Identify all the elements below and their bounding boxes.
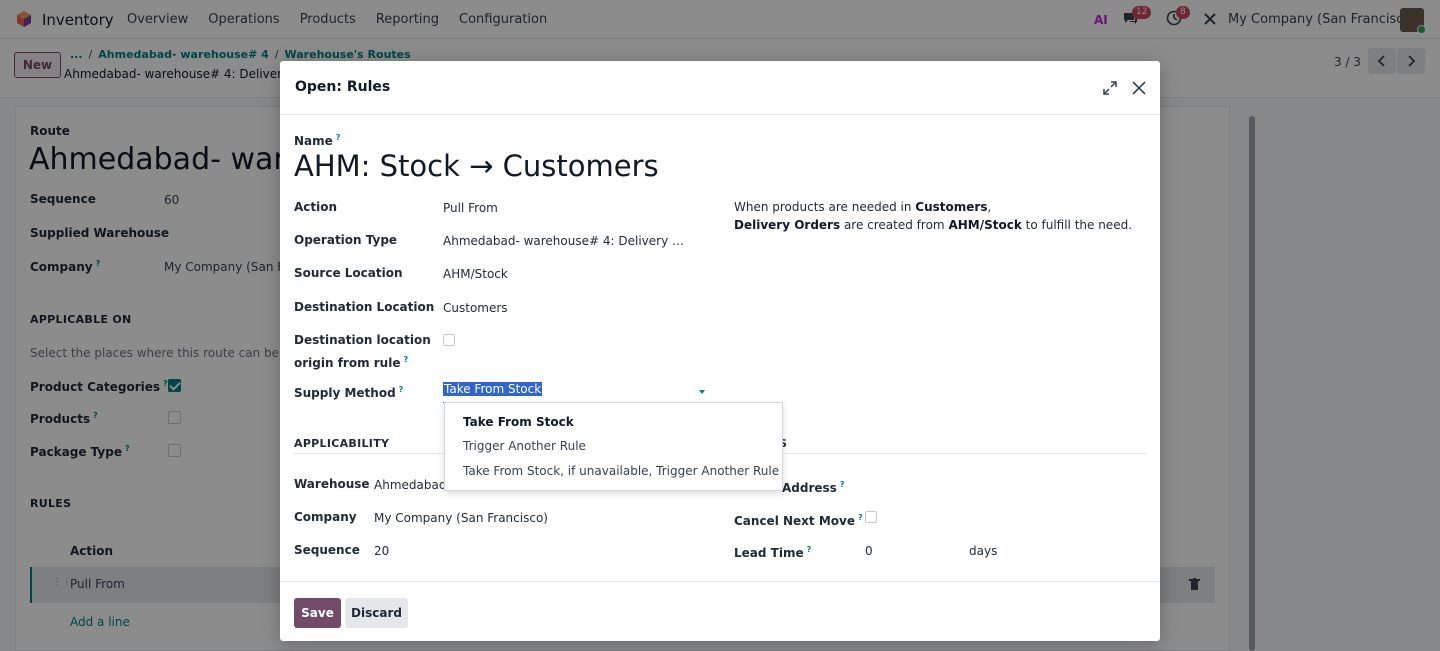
expand-icon[interactable]	[1101, 79, 1119, 97]
cancel-next-move-checkbox[interactable]	[865, 511, 877, 523]
rule-name-field[interactable]: AHM: Stock → Customers	[294, 149, 659, 183]
caret-down-icon	[699, 390, 705, 394]
dialog-title: Open: Rules	[295, 79, 391, 95]
rule-help-text: When products are needed in Customers, D…	[734, 200, 1133, 232]
source-location-field[interactable]: AHM/Stock	[443, 267, 508, 281]
applicability-heading: APPLICABILITY	[294, 437, 390, 450]
rules-dialog: Open: Rules Name? AHM: Stock → Customers…	[280, 61, 1160, 641]
lead-time-label: Lead Time?	[734, 545, 812, 560]
sequence-field[interactable]: 20	[374, 544, 389, 558]
destination-origin-label: Destination location origin from rule?	[294, 333, 431, 370]
lead-time-unit: days	[969, 544, 998, 558]
supply-method-value: Take From Stock	[443, 382, 543, 396]
supply-method-label: Supply Method?	[294, 385, 404, 400]
discard-button[interactable]: Discard	[345, 598, 408, 628]
action-label: Action	[294, 200, 338, 214]
cancel-next-move-label: Cancel Next Move?	[734, 513, 863, 528]
warehouse-label: Warehouse	[294, 477, 370, 491]
supply-method-dropdown: Take From Stock Trigger Another Rule Tak…	[444, 402, 783, 491]
operation-type-label: Operation Type	[294, 233, 398, 247]
close-icon[interactable]	[1129, 78, 1149, 98]
option-trigger-another-rule[interactable]: Trigger Another Rule	[463, 439, 586, 453]
supply-method-select[interactable]: Take From Stock	[443, 381, 706, 403]
dialog-header: Open: Rules	[280, 61, 1160, 115]
company-field[interactable]: My Company (San Francisco)	[374, 511, 548, 525]
address-label: Address?	[782, 480, 845, 495]
rule-name-label: Name?	[294, 133, 341, 148]
operation-type-field[interactable]: Ahmedabad- warehouse# 4: Delivery …	[443, 234, 684, 248]
destination-location-field[interactable]: Customers	[443, 301, 508, 315]
action-field[interactable]: Pull From	[443, 201, 498, 215]
sequence-label: Sequence	[294, 543, 360, 557]
save-button[interactable]: Save	[294, 598, 341, 628]
warehouse-field[interactable]: Ahmedabad	[374, 478, 446, 492]
company-label: Company	[294, 510, 357, 524]
source-location-label: Source Location	[294, 266, 403, 280]
option-take-from-stock-or-trigger[interactable]: Take From Stock, if unavailable, Trigger…	[463, 464, 779, 478]
dialog-footer: Save Discard	[280, 581, 1160, 641]
destination-location-label: Destination Location	[294, 300, 435, 314]
lead-time-field[interactable]: 0	[865, 544, 873, 558]
destination-origin-checkbox[interactable]	[443, 334, 455, 346]
option-take-from-stock[interactable]: Take From Stock	[463, 415, 574, 429]
